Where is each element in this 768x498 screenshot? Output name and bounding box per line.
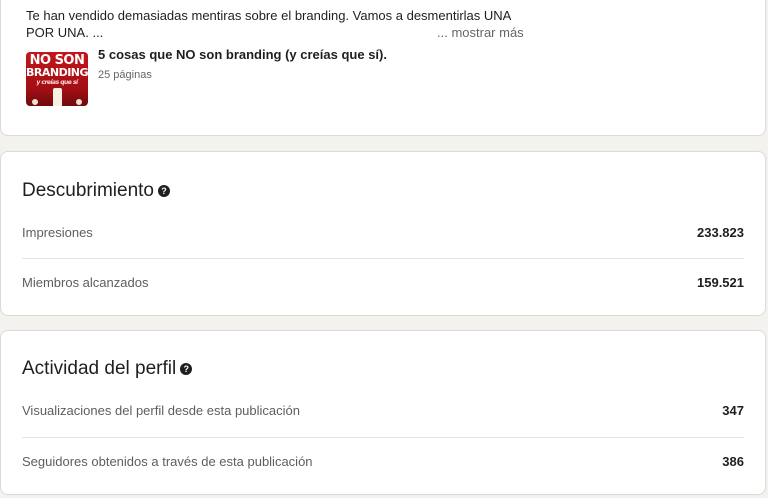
- thumbnail-line-2: BRANDING: [26, 66, 88, 79]
- metric-label: Seguidores obtenidos a través de esta pu…: [22, 454, 313, 469]
- discovery-section-title: Descubrimiento?: [22, 179, 170, 203]
- metric-label: Miembros alcanzados: [22, 275, 149, 290]
- post-card: Te han vendido demasiadas mentiras sobre…: [0, 0, 766, 136]
- help-icon[interactable]: ?: [158, 185, 170, 197]
- document-thumbnail[interactable]: NO SON BRANDING y creías que sí: [26, 52, 88, 106]
- metric-value: 159.521: [697, 275, 744, 290]
- profile-activity-title-text: Actividad del perfil: [22, 358, 177, 379]
- document-page-count: 25 páginas: [98, 69, 152, 81]
- thumbnail-dot: [76, 99, 82, 105]
- metric-row-followers-gained: Seguidores obtenidos a través de esta pu…: [22, 437, 744, 487]
- metric-value: 233.823: [697, 225, 744, 240]
- metric-value: 347: [722, 403, 744, 418]
- help-icon[interactable]: ?: [180, 363, 193, 375]
- profile-activity-card: Actividad del perfil? Visualizaciones de…: [0, 330, 766, 495]
- metric-value: 386: [722, 454, 744, 469]
- metric-label: Visualizaciones del perfil desde esta pu…: [22, 403, 300, 418]
- discovery-title-text: Descubrimiento: [22, 180, 154, 201]
- thumbnail-line-3: y creías que sí: [36, 79, 78, 86]
- metric-label: Impresiones: [22, 225, 93, 240]
- metric-row-profile-views: Visualizaciones del perfil desde esta pu…: [22, 386, 744, 436]
- discovery-card: Descubrimiento? Impresiones 233.823 Miem…: [0, 151, 766, 316]
- thumbnail-figure: [53, 88, 62, 106]
- metric-row-members-reached: Miembros alcanzados 159.521: [22, 258, 744, 308]
- show-more-link[interactable]: ... mostrar más: [437, 24, 524, 41]
- document-title[interactable]: 5 cosas que NO son branding (y creías qu…: [98, 46, 387, 63]
- thumbnail-dot: [32, 99, 38, 105]
- metric-row-impressions: Impresiones 233.823: [22, 208, 744, 258]
- profile-activity-section-title: Actividad del perfil?: [22, 357, 193, 381]
